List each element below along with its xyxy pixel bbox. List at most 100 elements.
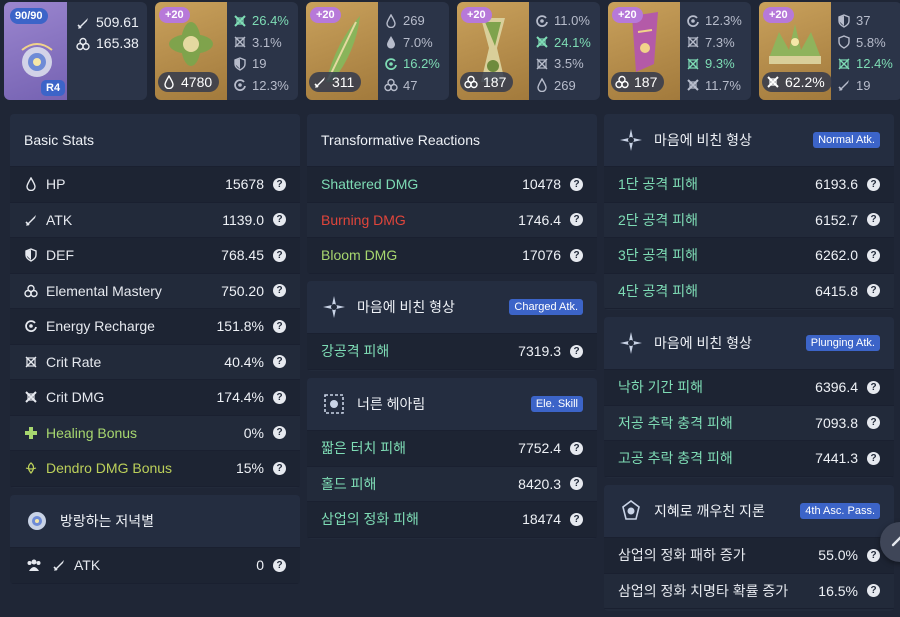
help-icon[interactable]: ? <box>273 426 286 440</box>
energy-recharge-icon <box>25 320 37 333</box>
help-icon[interactable]: ? <box>273 390 286 404</box>
scroll-top-button[interactable] <box>880 522 900 562</box>
artifact-main-stat: 187 <box>611 72 665 92</box>
substat: 11.0% <box>535 10 591 32</box>
crit-rate-icon <box>536 58 548 70</box>
crit-dmg-icon <box>536 36 548 48</box>
artifact-card-plume[interactable]: +20 311 269 7.0% 16.2% 47 <box>306 2 449 100</box>
passive-row: 삼업의 정화 치명타 확률 증가 16.5%? <box>604 574 894 609</box>
substat: 7.0% <box>384 32 440 54</box>
help-icon[interactable]: ? <box>273 284 286 298</box>
stat-row-healing: Healing Bonus 0%? <box>10 416 300 451</box>
damage-row: 저공 추락 충격 피해 7093.8? <box>604 406 894 441</box>
substat: 11.7% <box>686 75 742 97</box>
artifact-level: +20 <box>612 7 643 23</box>
panel-title: 너른 헤아림 <box>357 396 426 412</box>
help-icon[interactable]: ? <box>570 177 583 191</box>
help-icon[interactable]: ? <box>867 284 880 298</box>
help-icon[interactable]: ? <box>273 213 286 227</box>
artifact-card-flower[interactable]: +20 4780 26.4% 3.1% 19 12.3% <box>155 2 298 100</box>
passive-row: 삼업의 정화 패하 증가 55.0%? <box>604 538 894 574</box>
help-icon[interactable]: ? <box>867 416 880 430</box>
substat: 3.1% <box>233 32 289 54</box>
plunging-attack-panel: 마음에 비친 형상 Plunging Atk. 낙하 기간 피해 6396.4? … <box>604 317 894 478</box>
stat-row-em: Elemental Mastery 750.20? <box>10 274 300 309</box>
help-icon[interactable]: ? <box>570 441 583 455</box>
panel-title: Transformative Reactions <box>321 132 480 148</box>
artifact-substats: 26.4% 3.1% 19 12.3% <box>233 10 289 96</box>
panel-header: 마음에 비친 형상 Charged Atk. <box>307 281 597 334</box>
stat-row-hp: HP 15678? <box>10 167 300 203</box>
normal-attack-icon <box>620 332 642 354</box>
damage-row: 4단 공격 피해 6415.8? <box>604 274 894 309</box>
help-icon[interactable]: ? <box>273 248 286 262</box>
chevron-up-icon <box>891 536 900 547</box>
help-icon[interactable]: ? <box>570 248 583 262</box>
artifact-level: +20 <box>763 7 794 23</box>
help-icon[interactable]: ? <box>867 451 880 465</box>
crit-rate-icon <box>687 58 699 70</box>
substat: 47 <box>384 75 440 97</box>
weapon-card[interactable]: 90/90 R4 509.61 165.38 <box>4 2 147 100</box>
artifact-card-goblet[interactable]: +20 187 12.3% 7.3% 9.3% 11.7% <box>608 2 751 100</box>
substat: 7.3% <box>686 32 742 54</box>
crit-rate-icon <box>234 36 246 48</box>
help-icon[interactable]: ? <box>570 344 583 358</box>
healing-cross-icon <box>25 426 37 439</box>
artifact-card-circlet[interactable]: +20 62.2% 37 5.8% 12.4% 19 <box>759 2 900 100</box>
damage-row: 낙하 기간 피해 6396.4? <box>604 370 894 406</box>
help-icon[interactable]: ? <box>273 355 286 369</box>
substat: 16.2% <box>384 53 440 75</box>
reaction-row: Bloom DMG 17076? <box>307 238 597 274</box>
help-icon[interactable]: ? <box>867 177 880 191</box>
panel-header: Transformative Reactions <box>307 114 597 167</box>
atk-sword-icon <box>53 560 64 572</box>
help-icon[interactable]: ? <box>570 213 583 227</box>
substat: 269 <box>535 75 591 97</box>
transformative-panel: Transformative Reactions Shattered DMG 10… <box>307 114 597 274</box>
substat: 19 <box>837 75 893 97</box>
weapon-atk-value: 509.61 <box>96 14 139 30</box>
help-icon[interactable]: ? <box>273 177 286 191</box>
artifact-level: +20 <box>310 7 341 23</box>
panel-title: 방랑하는 저녁별 <box>60 513 155 529</box>
help-icon[interactable]: ? <box>867 380 880 394</box>
artifact-card-sands[interactable]: +20 187 11.0% 24.1% 3.5% 269 <box>457 2 600 100</box>
help-icon[interactable]: ? <box>273 319 286 333</box>
atk-sword-icon <box>838 80 849 92</box>
elemental-mastery-icon <box>24 284 38 297</box>
help-icon[interactable]: ? <box>867 213 880 227</box>
artifact-level: +20 <box>461 7 492 23</box>
normal-attack-icon <box>323 296 345 318</box>
attack-type-tag: Ele. Skill <box>530 396 583 412</box>
help-icon[interactable]: ? <box>570 512 583 526</box>
help-icon[interactable]: ? <box>867 248 880 262</box>
help-icon[interactable]: ? <box>273 461 286 475</box>
stat-row-crit-rate: Crit Rate 40.4%? <box>10 345 300 380</box>
artifact-main-stat: 4780 <box>158 72 220 92</box>
help-icon[interactable]: ? <box>570 477 583 491</box>
substat: 37 <box>837 10 893 32</box>
damage-row: 고공 추락 충격 피해 7441.3? <box>604 441 894 477</box>
substat: 269 <box>384 10 440 32</box>
energy-recharge-icon <box>234 79 246 92</box>
buff-row-atk: ATK 0? <box>10 548 300 584</box>
damage-row: 2단 공격 피해 6152.7? <box>604 203 894 238</box>
artifact-main-stat: 311 <box>309 72 362 92</box>
help-icon[interactable]: ? <box>273 558 286 572</box>
hp-drop-icon <box>537 78 547 93</box>
help-icon[interactable]: ? <box>867 548 880 562</box>
elemental-mastery-icon <box>76 37 90 50</box>
help-icon[interactable]: ? <box>867 584 880 598</box>
energy-recharge-icon <box>536 15 548 27</box>
def-icon <box>234 56 246 71</box>
hp-drop-icon <box>26 177 36 192</box>
stat-row-crit-dmg: Crit DMG 174.4%? <box>10 380 300 416</box>
panel-header: 방랑하는 저녁별 <box>10 495 300 548</box>
damage-row: 1단 공격 피해 6193.6? <box>604 167 894 203</box>
atk-sword-icon <box>77 17 88 29</box>
damage-row: 홀드 피해 8420.3? <box>307 467 597 502</box>
weapon-buff-panel: 방랑하는 저녁별 ATK 0? <box>10 495 300 584</box>
artifact-main-stat: 62.2% <box>762 72 832 92</box>
elemental-mastery-icon <box>384 79 398 92</box>
